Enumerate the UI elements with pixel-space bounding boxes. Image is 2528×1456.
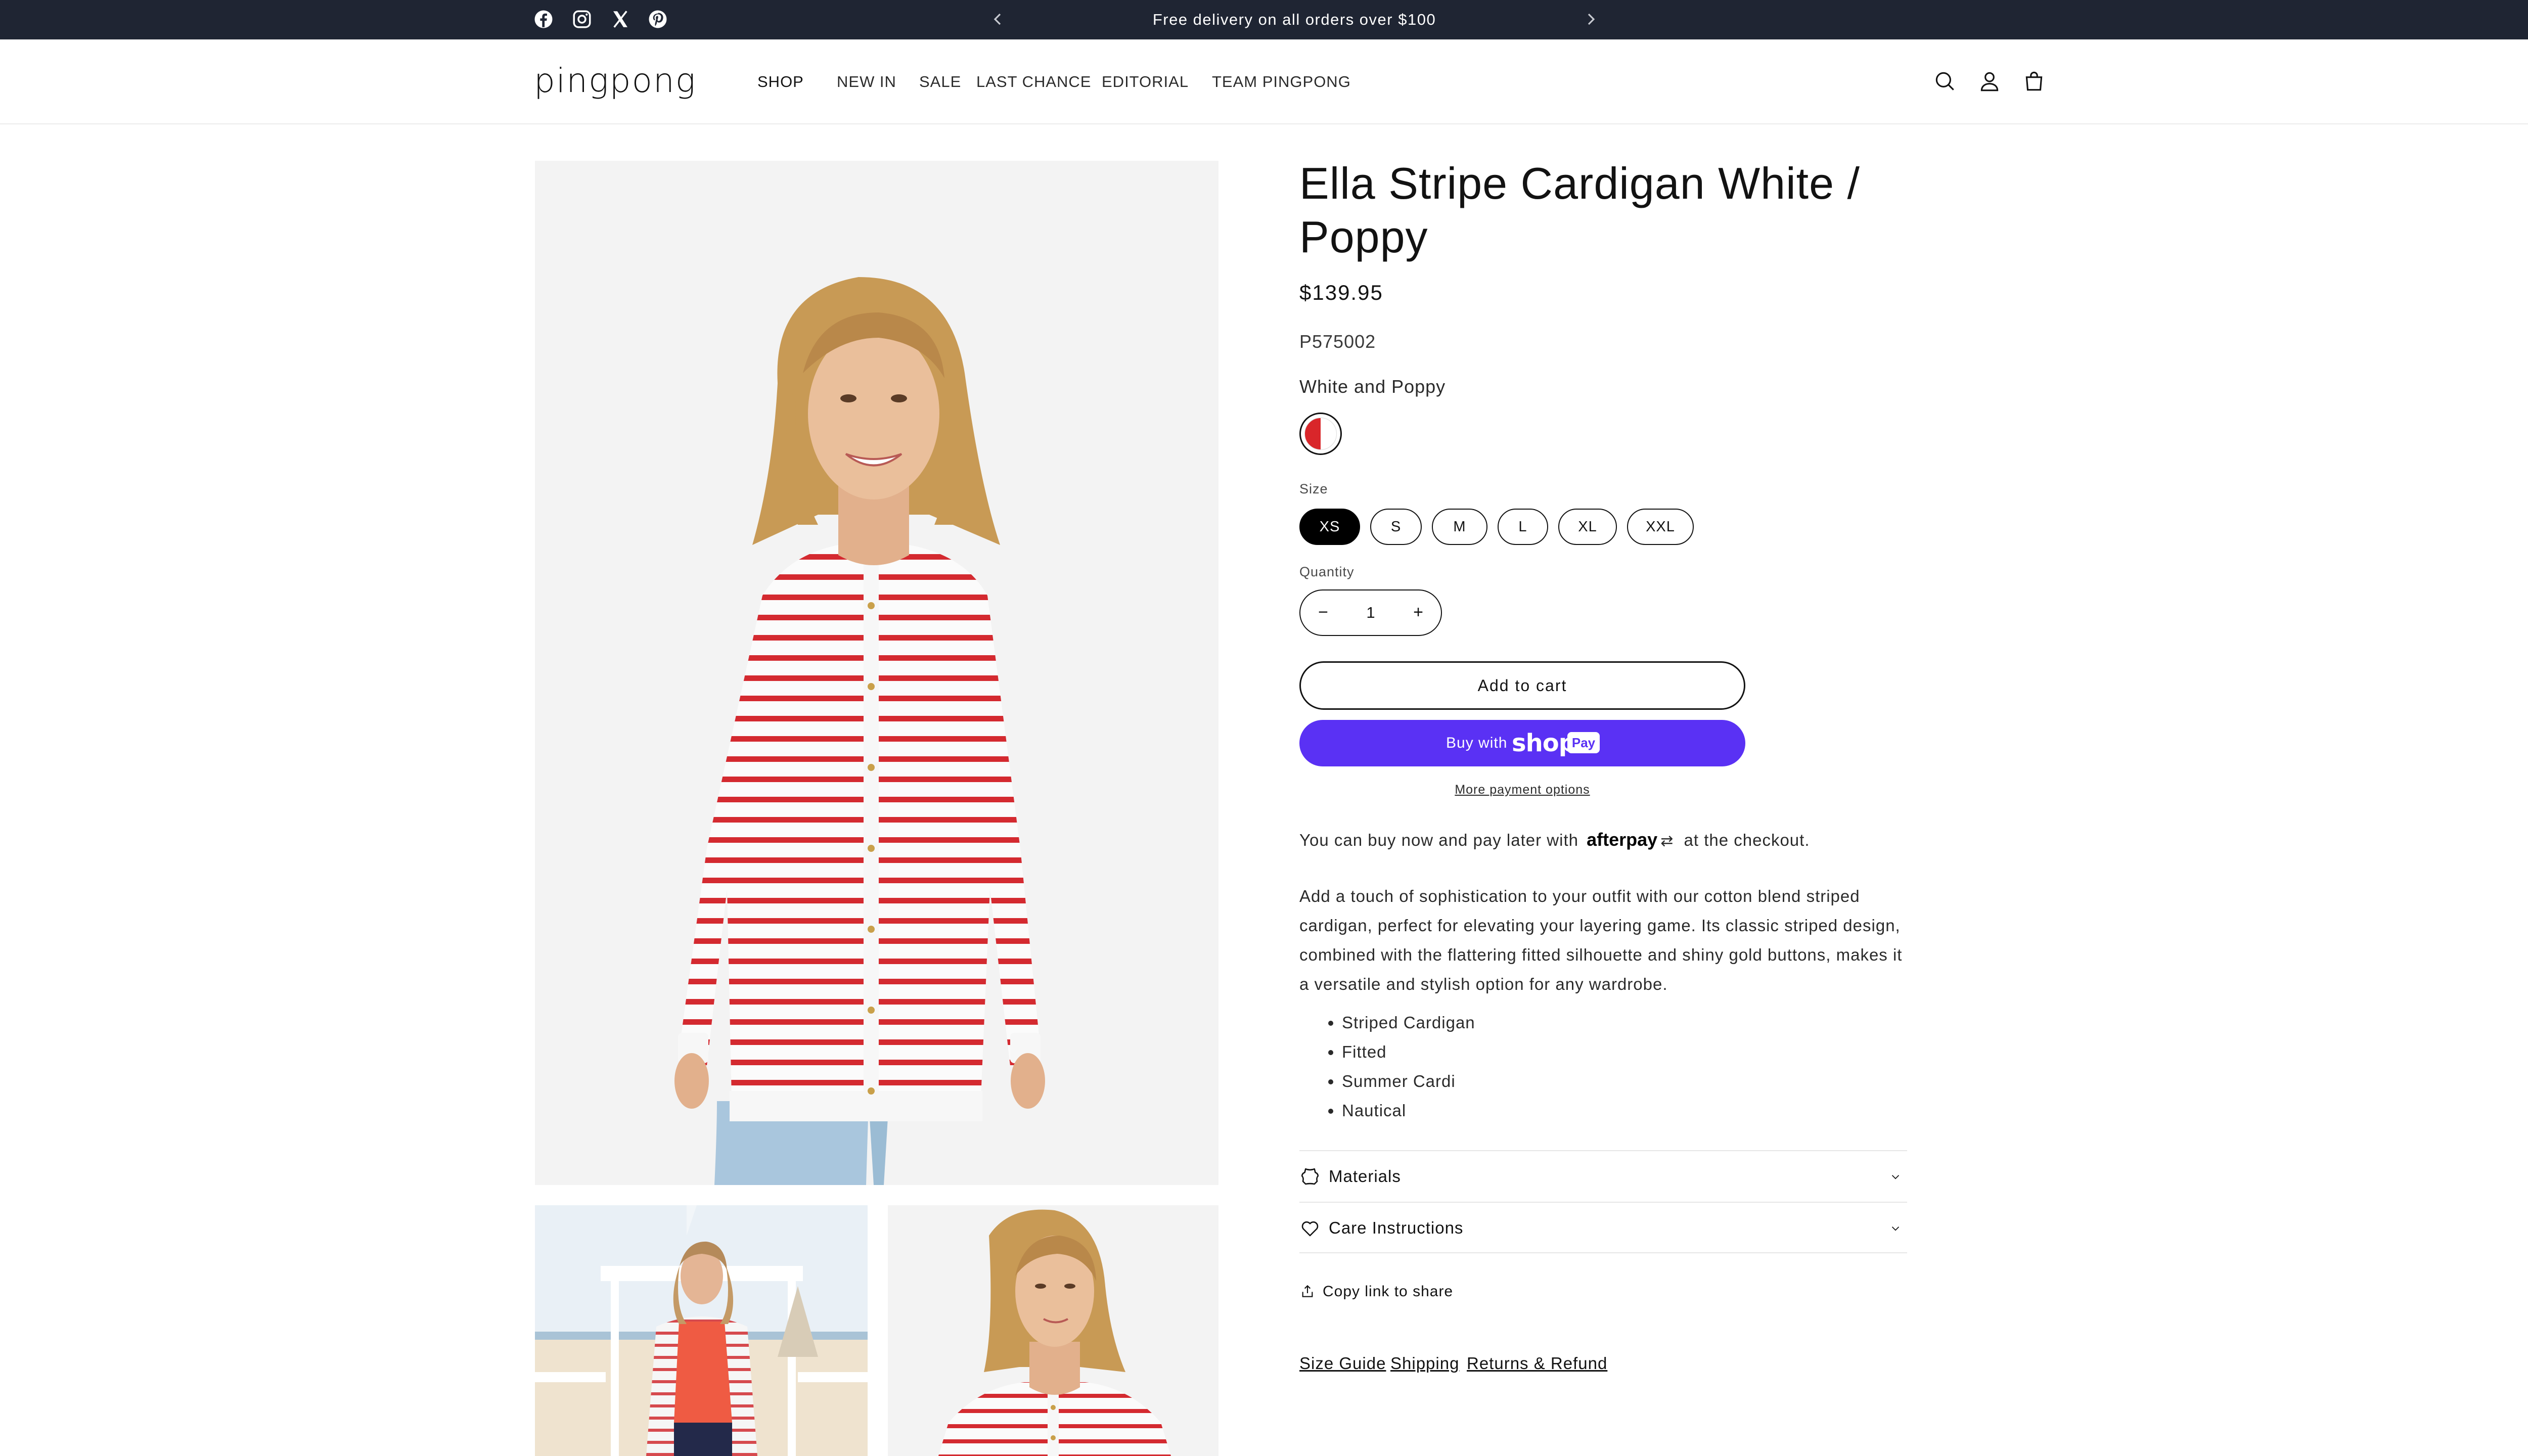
product-image-thumb-beach[interactable] [535,1205,868,1456]
afterpay-suffix: at the checkout. [1684,831,1810,849]
accordion-care-instructions[interactable]: Care Instructions [1299,1202,1907,1253]
quantity-input[interactable]: 1 [1346,590,1395,635]
afterpay-logo[interactable]: afterpay [1587,829,1657,850]
shop-pay-buy-label: Buy with [1446,735,1508,751]
nav-sale[interactable]: SALE [919,39,961,124]
size-option-xs[interactable]: XS [1299,509,1360,545]
heart-icon [1299,1218,1321,1239]
size-label: Size [1299,481,1328,496]
svg-text:pingpong: pingpong [534,65,696,100]
shop-pay-button[interactable]: Buy with shop Pay [1299,720,1745,766]
swatch-fill [1304,418,1337,450]
pingpong-logo[interactable]: pingpong [534,65,720,101]
afterpay-arrows-icon: ⇄ [1660,833,1674,849]
color-name: White and Poppy [1299,376,1446,397]
nav-new-in[interactable]: NEW IN [837,39,896,124]
shop-pay-badge: Pay [1567,732,1600,753]
cart-icon[interactable] [2021,69,2047,94]
search-icon[interactable] [1932,69,1958,94]
returns-refund-link[interactable]: Returns & Refund [1467,1354,1607,1373]
accordion-care-label: Care Instructions [1329,1218,1464,1237]
shop-pay-logo: shop [1512,729,1576,757]
product-sku: P575002 [1299,331,1376,352]
announcement-bar: Free delivery on all orders over $100 [0,0,2528,39]
feature-item: Fitted [1342,1037,1475,1067]
share-icon [1299,1283,1316,1299]
accordion-materials-label: Materials [1329,1167,1401,1186]
product-description: Add a touch of sophistication to your ou… [1299,887,1903,993]
product-price: $139.95 [1299,281,1383,304]
account-icon[interactable] [1977,69,2002,94]
leather-icon [1299,1166,1321,1188]
nav-editorial[interactable]: EDITORIAL [1102,39,1189,124]
product-image-main[interactable] [535,161,1218,1185]
quantity-stepper: − 1 + [1299,589,1442,636]
quantity-label: Quantity [1299,564,1355,579]
pinterest-icon[interactable] [647,9,668,30]
add-to-cart-button[interactable]: Add to cart [1299,661,1745,710]
instagram-icon[interactable] [571,9,593,30]
chevron-down-icon [1889,1170,1902,1184]
product-image-thumb-portrait[interactable] [888,1205,1218,1456]
announcement-text: Free delivery on all orders over $100 [1152,11,1436,28]
size-option-xl[interactable]: XL [1558,509,1617,545]
more-payment-options-link[interactable]: More payment options [1299,783,1745,797]
nav-last-chance[interactable]: LAST CHANCE [976,39,1092,124]
color-swatch-white-poppy[interactable] [1299,413,1342,455]
nav-team-pingpong[interactable]: TEAM PINGPONG [1212,39,1351,124]
afterpay-prefix: You can buy now and pay later with [1299,831,1578,849]
site-header: pingpong SHOP NEW IN SALE LAST CHANCE ED… [0,39,2528,124]
size-option-xxl[interactable]: XXL [1627,509,1694,545]
chevron-down-icon [1889,1222,1902,1235]
shipping-link[interactable]: Shipping [1390,1354,1459,1373]
nav-shop[interactable]: SHOP [757,39,804,124]
accordion-materials[interactable]: Materials [1299,1150,1907,1202]
size-guide-link[interactable]: Size Guide [1299,1354,1386,1373]
size-option-l[interactable]: L [1498,509,1548,545]
size-option-m[interactable]: M [1432,509,1487,545]
facebook-icon[interactable] [533,9,554,30]
quantity-increase-button[interactable]: + [1395,590,1441,635]
x-icon[interactable] [610,9,631,30]
feature-item: Nautical [1342,1096,1475,1125]
feature-item: Striped Cardigan [1342,1008,1475,1037]
afterpay-message: You can buy now and pay later with after… [1299,829,1810,850]
size-option-s[interactable]: S [1370,509,1422,545]
feature-item: Summer Cardi [1342,1067,1475,1096]
product-features: Striped Cardigan Fitted Summer Cardi Nau… [1299,1008,1475,1125]
quantity-decrease-button[interactable]: − [1300,590,1346,635]
announcement-next-button[interactable] [1578,7,1603,31]
share-label: Copy link to share [1323,1283,1454,1300]
product-title: Ella Stripe Cardigan White / Poppy [1299,158,1860,262]
